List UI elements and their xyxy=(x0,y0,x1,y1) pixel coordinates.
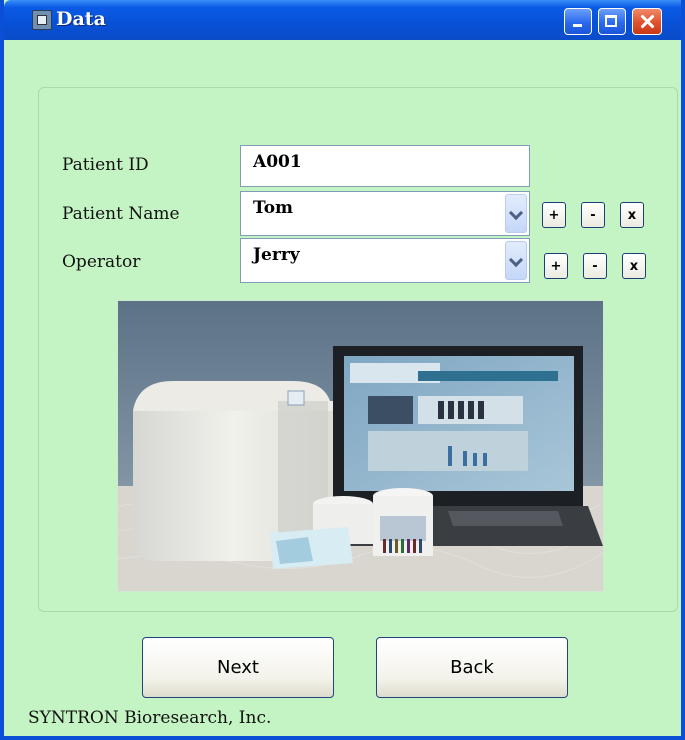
clear-operator-button[interactable]: x xyxy=(622,253,646,279)
back-button[interactable]: Back xyxy=(376,637,568,698)
remove-operator-button[interactable]: - xyxy=(583,253,607,279)
product-photo xyxy=(117,300,604,592)
maximize-button[interactable] xyxy=(598,8,626,35)
window-title: Data xyxy=(56,8,106,30)
patient-name-label: Patient Name xyxy=(62,204,180,224)
patient-id-input[interactable]: A001 xyxy=(240,145,530,187)
data-window: Data Patient ID A001 Patient Name Tom + … xyxy=(0,0,685,740)
next-button[interactable]: Next xyxy=(142,637,334,698)
patient-id-label: Patient ID xyxy=(62,155,149,175)
remove-patient-button[interactable]: - xyxy=(581,202,605,228)
clear-patient-button[interactable]: x xyxy=(620,202,644,228)
add-patient-button[interactable]: + xyxy=(542,202,566,228)
chevron-down-icon[interactable] xyxy=(505,241,527,280)
patient-name-value: Tom xyxy=(253,198,294,218)
operator-value: Jerry xyxy=(253,245,300,265)
patient-name-select[interactable]: Tom xyxy=(240,191,530,236)
close-button[interactable] xyxy=(632,8,662,35)
minimize-button[interactable] xyxy=(564,8,592,35)
add-operator-button[interactable]: + xyxy=(544,253,568,279)
app-window-icon[interactable] xyxy=(32,10,52,30)
title-bar[interactable]: Data xyxy=(4,0,681,40)
operator-select[interactable]: Jerry xyxy=(240,238,530,283)
chevron-down-icon[interactable] xyxy=(505,194,527,233)
operator-label: Operator xyxy=(62,252,141,272)
company-label: SYNTRON Bioresearch, Inc. xyxy=(28,708,272,728)
